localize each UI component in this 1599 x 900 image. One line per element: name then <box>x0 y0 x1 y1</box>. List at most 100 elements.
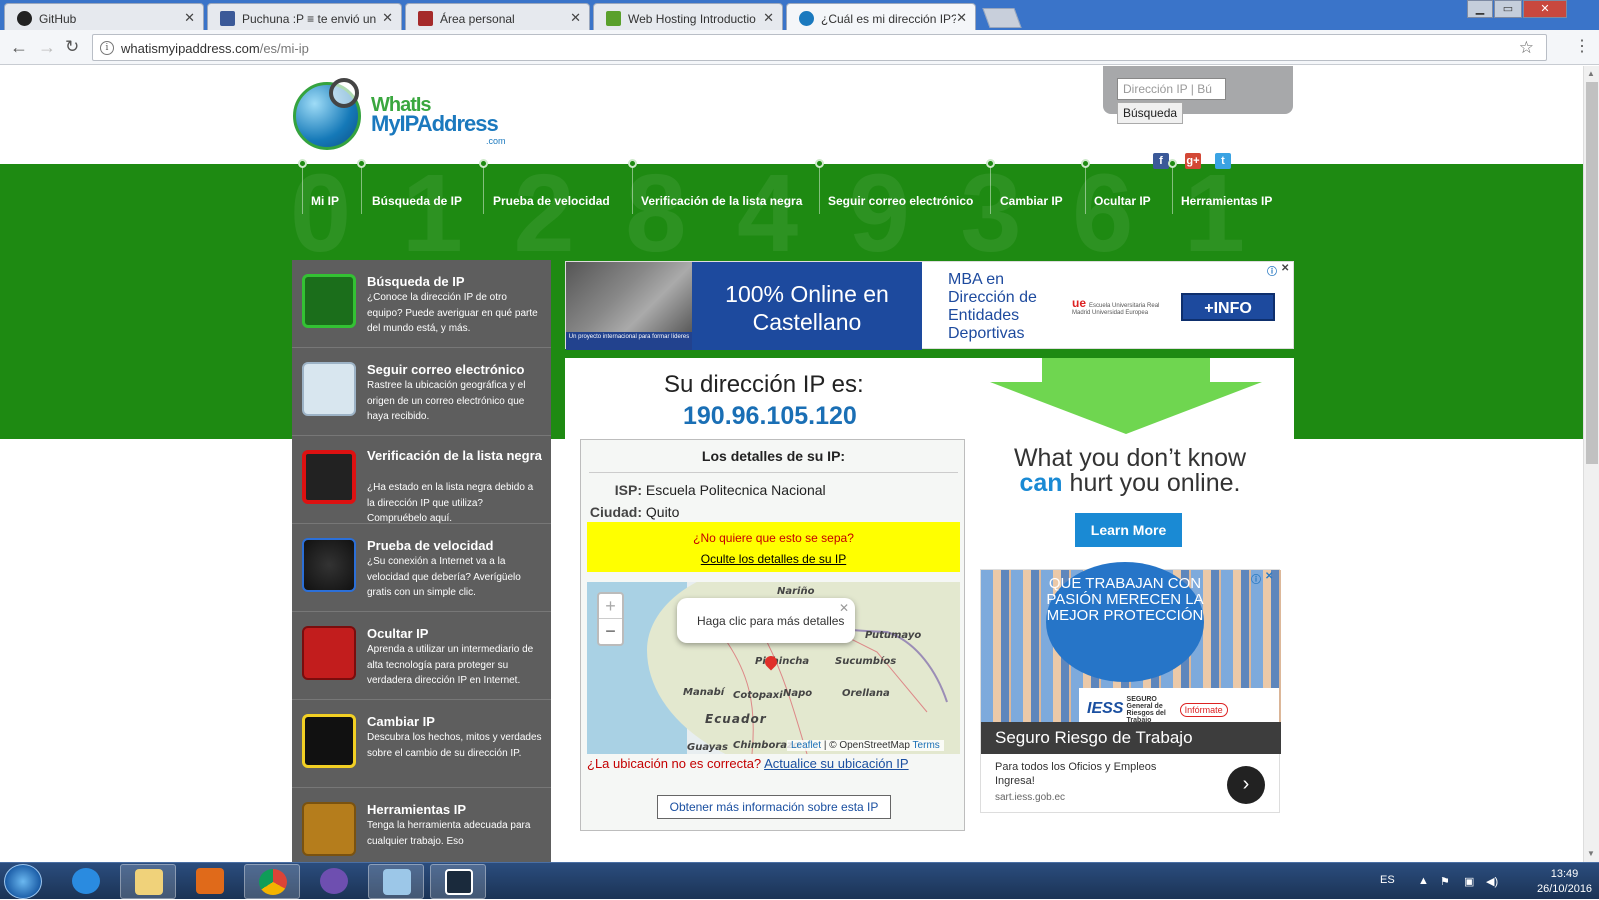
map-label: Putumayo <box>865 630 922 641</box>
chevron-right-icon[interactable]: › <box>1227 766 1265 804</box>
close-icon[interactable]: ✕ <box>570 10 581 26</box>
nav-lista-negra[interactable]: Verificación de la lista negra <box>641 194 802 208</box>
location-map[interactable]: Nariño Putumayo Pichincha Sucumbíos Mana… <box>587 582 960 754</box>
sidebar-item-lista-negra[interactable]: Verificación de la lista negra ¿Ha estad… <box>292 436 551 524</box>
bookmark-star-icon[interactable]: ☆ <box>1519 38 1534 58</box>
osm-attribution: | © OpenStreetMap <box>823 740 910 751</box>
mba-ad-banner[interactable]: Un proyecto internacional para formar lí… <box>565 261 1294 350</box>
taskbar-internet-explorer[interactable] <box>58 864 114 899</box>
site-logo[interactable]: WhatIs MyIPAddress .com <box>293 78 513 153</box>
sidebar-item-busqueda-ip[interactable]: Búsqueda de IP ¿Conoce la dirección IP d… <box>292 260 551 348</box>
language-indicator[interactable]: ES <box>1380 874 1395 886</box>
ip-search-panel: Dirección IP | Bú Búsqueda <box>1103 66 1293 124</box>
clock-date: 26/10/2016 <box>1537 883 1593 895</box>
adchoices-icon[interactable]: ⓘ <box>1267 263 1277 278</box>
sidebar-item-herramientas-ip[interactable]: Herramientas IP Tenga la herramienta ade… <box>292 788 551 862</box>
reload-icon[interactable]: ↻ <box>65 37 79 57</box>
brackets-icon <box>445 869 473 895</box>
notepad-icon <box>383 869 411 895</box>
zoom-out-button[interactable]: − <box>599 619 622 644</box>
iess-ad[interactable]: QUE TRABAJAN CON PASIÓN MERECEN LA MEJOR… <box>980 562 1281 813</box>
adchoices-icon[interactable]: ⓘ <box>1251 571 1261 586</box>
taskbar-app[interactable] <box>368 864 424 899</box>
tab-facebook[interactable]: Puchuna :P ≡ te envió un ✕ <box>207 3 402 30</box>
terms-link[interactable]: Terms <box>913 740 940 751</box>
sidebar-item-cambiar-ip[interactable]: Cambiar IP Descubra los hechos, mitos y … <box>292 700 551 788</box>
sidebar-item-desc: Rastree la ubicación geográfica y el ori… <box>367 380 526 422</box>
nav-seguir-correo[interactable]: Seguir correo electrónico <box>828 194 973 208</box>
taskbar-chrome[interactable] <box>244 864 300 899</box>
tab-title: Área personal <box>440 12 515 26</box>
browser-menu-icon[interactable]: ⋮ <box>1574 36 1590 56</box>
tab-cual-es-mi-ip[interactable]: ¿Cuál es mi dirección IP? ✕ <box>786 3 976 30</box>
restore-button[interactable]: ▭ <box>1494 0 1522 18</box>
map-label: Sucumbíos <box>835 656 897 667</box>
more-info-button[interactable]: Obtener más información sobre esta IP <box>657 795 891 819</box>
volume-icon[interactable]: ◀) <box>1486 875 1498 888</box>
ip-search-input[interactable]: Dirección IP | Bú <box>1117 78 1226 100</box>
info-icon[interactable]: i <box>100 41 114 55</box>
url-path: /es/mi-ip <box>259 41 309 56</box>
magnifier-logo-icon <box>329 78 359 108</box>
iess-ad-subtitle: Para todos los Oficios y Empleos Ingresa… <box>995 761 1157 787</box>
sidebar-item-prueba-velocidad[interactable]: Prueba de velocidad ¿Su conexión a Inter… <box>292 524 551 612</box>
tab-area-personal[interactable]: Área personal ✕ <box>405 3 590 30</box>
ip-details-box: Los detalles de su IP: ISP: Escuela Poli… <box>580 439 965 831</box>
start-button[interactable] <box>4 864 42 899</box>
close-icon[interactable]: ✕ <box>839 601 849 615</box>
scroll-down-icon[interactable]: ▼ <box>1587 849 1595 858</box>
taskbar-file-explorer[interactable] <box>120 864 176 899</box>
wrong-location-row: ¿La ubicación no es correcta? Actualice … <box>587 756 909 771</box>
flag-icon[interactable]: ⚑ <box>1440 875 1450 888</box>
nav-cambiar-ip[interactable]: Cambiar IP <box>1000 194 1063 208</box>
logo-text-line3: .com <box>486 136 506 146</box>
network-icon[interactable]: ▣ <box>1464 875 1474 888</box>
taskbar-brackets[interactable] <box>430 864 486 899</box>
ad-info-button[interactable]: +INFO <box>1181 293 1275 321</box>
nav-prueba-velocidad[interactable]: Prueba de velocidad <box>493 194 610 208</box>
back-icon[interactable]: ← <box>10 37 28 57</box>
close-icon[interactable]: ✕ <box>382 10 393 26</box>
tab-web-hosting[interactable]: Web Hosting Introductio ✕ <box>593 3 783 30</box>
web-page: 0 1 2 8 4 9 3 6 1 24 8 3 1 9 4 3 5 WhatI… <box>0 66 1583 862</box>
taskbar-github-desktop[interactable] <box>306 864 362 899</box>
sidebar-item-desc: Aprenda a utilizar un intermediario de a… <box>367 644 534 686</box>
map-popup[interactable]: Haga clic para más detalles ✕ <box>677 598 855 643</box>
nav-mi-ip[interactable]: Mi IP <box>311 194 339 208</box>
nav-herramientas-ip[interactable]: Herramientas IP <box>1181 194 1272 208</box>
sidebar-item-desc: ¿Ha estado en la lista negra debido a la… <box>367 482 534 524</box>
clock[interactable]: 13:49 26/10/2016 <box>1537 867 1592 897</box>
minimize-button[interactable]: ▁ <box>1467 0 1493 18</box>
taskbar-media-player[interactable] <box>182 864 238 899</box>
address-bar[interactable]: i whatismyipaddress.com/es/mi-ip ☆ <box>92 34 1547 61</box>
hide-details-link[interactable]: Oculte los detalles de su IP <box>587 549 960 570</box>
page-scrollbar[interactable]: ▲ ▼ <box>1583 66 1599 862</box>
window-close-button[interactable]: ✕ <box>1523 0 1567 18</box>
update-location-link[interactable]: Actualice su ubicación IP <box>764 756 909 771</box>
facebook-icon <box>220 11 235 26</box>
iess-logo: IESS SEGURO General de Riesgos del Traba… <box>1079 688 1279 724</box>
close-icon[interactable]: ✕ <box>956 10 967 26</box>
sidebar-item-ocultar-ip[interactable]: Ocultar IP Aprenda a utilizar un interme… <box>292 612 551 700</box>
scrollbar-thumb[interactable] <box>1586 82 1598 464</box>
close-icon[interactable]: ✕ <box>763 10 774 26</box>
sidebar-item-seguir-correo[interactable]: Seguir correo electrónico Rastree la ubi… <box>292 348 551 436</box>
close-icon[interactable]: ✕ <box>184 10 195 26</box>
learn-more-button[interactable]: Learn More <box>1075 513 1182 547</box>
sidebar-item-desc: Tenga la herramienta adecuada para cualq… <box>367 820 531 847</box>
nav-busqueda-ip[interactable]: Búsqueda de IP <box>372 194 462 208</box>
show-hidden-icons[interactable]: ▲ <box>1418 875 1429 887</box>
ad-close-icon[interactable]: ✕ <box>1265 571 1273 582</box>
url-text[interactable]: whatismyipaddress.com/es/mi-ip <box>121 41 309 56</box>
new-tab-button[interactable] <box>982 8 1022 28</box>
zoom-in-button[interactable]: + <box>599 594 622 619</box>
map-attribution: Leaflet | © OpenStreetMap Terms <box>787 740 944 751</box>
leaflet-link[interactable]: Leaflet <box>791 740 821 751</box>
ad-close-icon[interactable]: ✕ <box>1281 263 1289 274</box>
tab-github[interactable]: GitHub ✕ <box>4 3 204 30</box>
search-button[interactable]: Búsqueda <box>1117 102 1184 124</box>
scroll-up-icon[interactable]: ▲ <box>1587 69 1595 78</box>
forward-icon[interactable]: → <box>38 37 56 57</box>
map-label: Manabí <box>683 687 725 698</box>
nav-ocultar-ip[interactable]: Ocultar IP <box>1094 194 1151 208</box>
